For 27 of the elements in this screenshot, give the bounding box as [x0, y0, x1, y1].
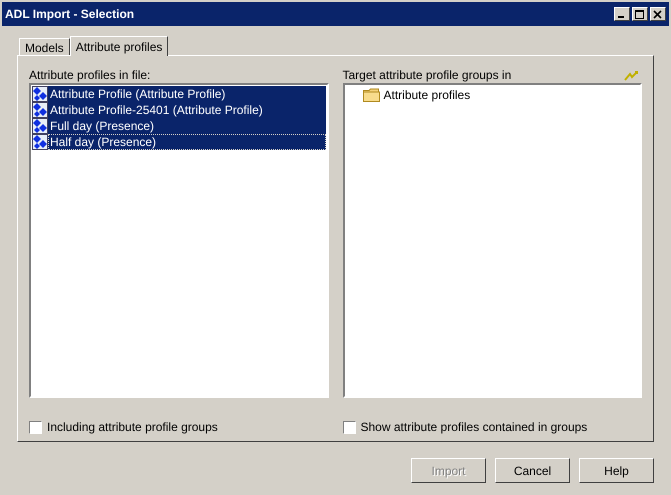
dialog-button[interactable]: Help	[579, 458, 654, 483]
window-title: ADL Import - Selection	[5, 6, 134, 23]
close-button[interactable]	[650, 7, 666, 21]
folder-icon	[362, 88, 380, 102]
minimize-button[interactable]	[614, 7, 630, 21]
tab[interactable]: Models	[19, 38, 70, 55]
profile-icon	[32, 102, 48, 118]
checkbox[interactable]	[342, 420, 356, 434]
minimize-icon	[618, 16, 624, 18]
tree-label: Target attribute profile groups in	[342, 68, 512, 83]
maximize-button[interactable]	[632, 7, 648, 21]
checkbox-label: Including attribute profile groups	[47, 419, 218, 436]
list-item[interactable]: Attribute Profile (Attribute Profile)	[48, 86, 326, 102]
checkbox-label: Show attribute profiles contained in groups	[360, 419, 588, 436]
checkbox[interactable]	[29, 420, 42, 434]
maximize-icon	[635, 10, 645, 18]
list-item[interactable]: Full day (Presence)	[48, 118, 326, 134]
profile-icon	[32, 118, 48, 134]
close-icon	[653, 10, 663, 18]
profile-icon	[32, 134, 48, 150]
list-item[interactable]: Half day (Presence)	[48, 134, 326, 150]
list-label: Attribute profiles in file:	[29, 68, 152, 83]
dialog-button[interactable]: Cancel	[495, 458, 570, 483]
list-item[interactable]: Attribute Profile-25401 (Attribute Profile)	[48, 102, 326, 118]
profile-icon	[32, 86, 48, 102]
tree-item[interactable]: Attribute profiles	[382, 86, 472, 104]
tab[interactable]: Attribute profiles	[70, 36, 168, 56]
